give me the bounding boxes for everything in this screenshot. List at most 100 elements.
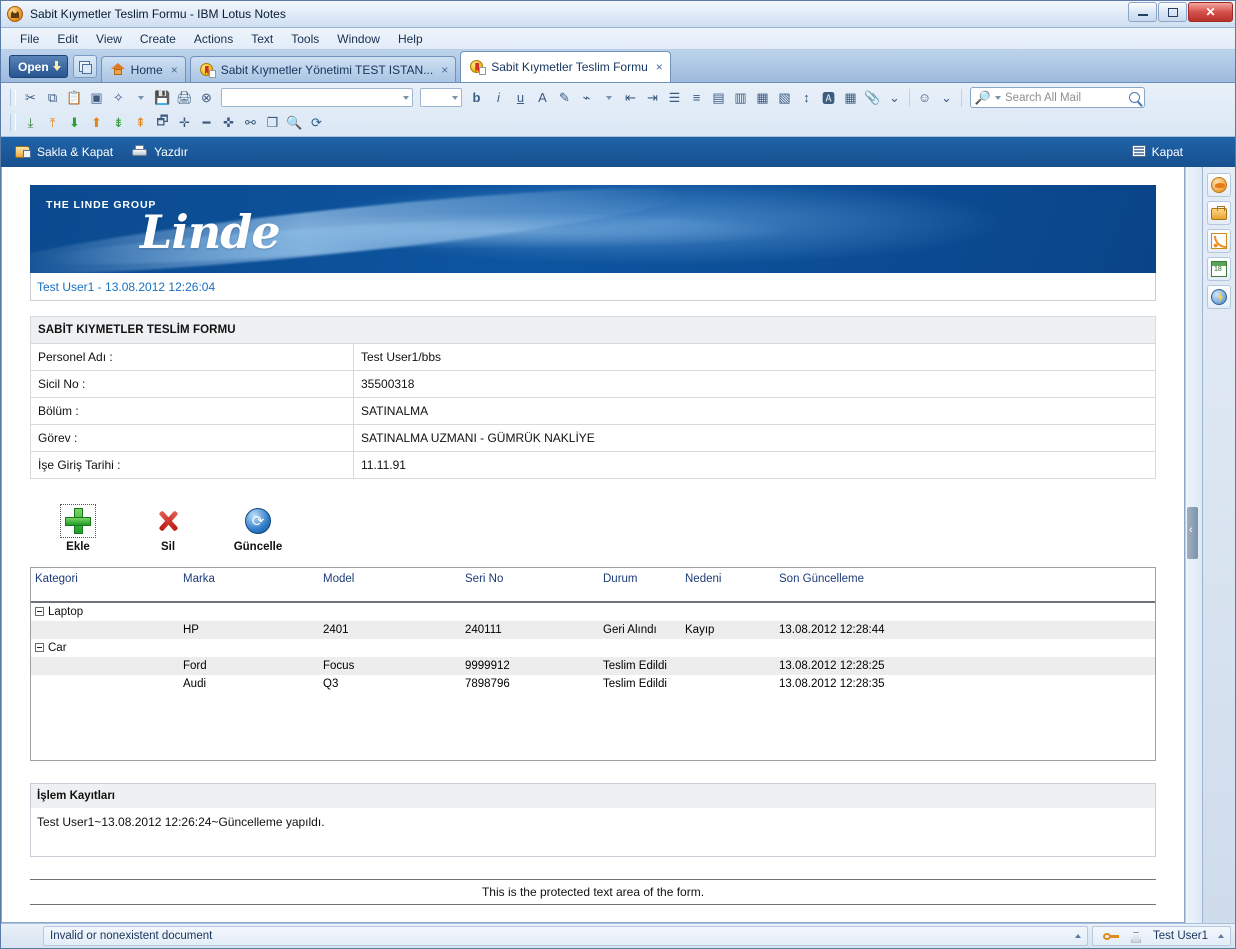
highlight-icon[interactable]: ✎ [554,87,575,108]
paste-icon[interactable]: 📋 [64,87,85,108]
chevron-down-icon-3[interactable] [995,95,1001,100]
menu-view[interactable]: View [87,30,131,48]
tab-sabit-kiymetler-yonetimi-close-icon[interactable]: × [441,63,448,77]
open-window-icon[interactable]: 🗗 [152,112,173,133]
outdent-icon[interactable]: ⇤ [620,87,641,108]
status-user-expand-icon[interactable] [1218,934,1224,938]
table-row[interactable]: Ford Focus 9999912 Teslim Edildi 13.08.2… [31,657,1155,675]
find-icon[interactable]: 🔍 [284,112,305,133]
copy-icon[interactable]: ⧉ [42,87,63,108]
network-icon[interactable] [1129,930,1143,943]
column-header-nedeni[interactable]: Nedeni [681,573,775,585]
remove-icon[interactable]: ━ [196,112,217,133]
font-family-select[interactable] [221,88,413,107]
toolbar-grip[interactable] [10,89,16,106]
refresh-down-icon[interactable]: ⇟ [108,112,129,133]
column-header-son-guncelleme[interactable]: Son Güncelleme [775,573,975,585]
grid-category-row-car[interactable]: Car [31,639,1155,657]
save-icon[interactable]: 💾 [152,87,173,108]
indent-icon[interactable]: ⇥ [642,87,663,108]
tab-sabit-kiymetler-teslim-formu[interactable]: Sabit Kıymetler Teslim Formu × [460,51,671,82]
align-left-icon[interactable]: ▤ [708,87,729,108]
menu-tools[interactable]: Tools [282,30,328,48]
status-user-area[interactable]: Test User1 [1092,926,1231,946]
table-row[interactable]: Audi Q3 7898796 Teslim Edildi 13.08.2012… [31,675,1155,693]
add-icon[interactable]: ✛ [174,112,195,133]
save-and-close-button[interactable]: Sakla & Kapat [15,145,113,159]
line-spacing-icon[interactable]: ↕ [796,87,817,108]
search-input[interactable]: Search All Mail [1005,92,1125,104]
status-expand-icon[interactable] [1075,934,1082,938]
reload-icon[interactable]: ⟳ [306,112,327,133]
menu-actions[interactable]: Actions [185,30,242,48]
tab-home-close-icon[interactable]: × [171,63,178,77]
bullet-list-icon[interactable]: ☰ [664,87,685,108]
menu-edit[interactable]: Edit [48,30,87,48]
insert-icon[interactable]: ✜ [218,112,239,133]
maximize-button[interactable] [1158,2,1187,22]
tab-sabit-kiymetler-teslim-formu-close-icon[interactable]: × [656,60,663,74]
sidebar-item-feeds[interactable] [1207,229,1231,253]
spellcheck-icon[interactable]: 🅰 [818,87,839,108]
menu-help[interactable]: Help [389,30,432,48]
key-icon[interactable] [1103,931,1120,941]
sidebar-item-chat[interactable] [1207,173,1231,197]
splitter-handle[interactable] [1187,507,1198,559]
sidebar-item-activities[interactable] [1207,285,1231,309]
numbered-list-icon[interactable]: ≡ [686,87,707,108]
close-document-button[interactable]: Kapat [1131,137,1183,167]
ekle-button[interactable]: Ekle [48,504,108,553]
underline-icon[interactable]: u [510,87,531,108]
search-box[interactable]: 🔎 Search All Mail [970,87,1145,108]
paste-special-icon[interactable]: ▣ [86,87,107,108]
toolbar-grip-2[interactable] [10,114,16,131]
font-color-icon[interactable]: A [532,87,553,108]
sidebar-item-briefcase[interactable] [1207,201,1231,225]
status-message-area[interactable]: Invalid or nonexistent document [43,926,1089,946]
assets-grid[interactable]: Kategori Marka Model Seri No Durum Neden… [30,567,1156,761]
minimize-button[interactable] [1128,2,1157,22]
refresh-up-icon[interactable]: ⇞ [130,112,151,133]
grid-category-row-laptop[interactable]: Laptop [31,603,1155,621]
import-icon[interactable]: ⤓ [20,112,41,133]
search-scope-icon[interactable]: 🔎 [975,90,991,106]
toolbar-overflow-icon-2[interactable]: ⌄ [936,87,957,108]
chevron-down-icon-2[interactable] [598,87,619,108]
table-row[interactable]: HP 2401 240111 Geri Alındı Kayıp 13.08.2… [31,621,1155,639]
collapse-icon-2[interactable] [35,643,44,653]
print-button[interactable]: Yazdır [131,145,188,159]
align-center-icon[interactable]: ▦ [752,87,773,108]
magnifier-icon[interactable] [1129,92,1140,103]
column-header-kategori[interactable]: Kategori [31,573,179,585]
column-header-model[interactable]: Model [319,573,461,585]
move-up-icon[interactable]: ⬆ [86,112,107,133]
align-right-icon[interactable]: ▧ [774,87,795,108]
print-icon[interactable]: 🖨 [174,87,195,108]
contact-icon[interactable]: ☺ [914,87,935,108]
toolbar-overflow-icon[interactable]: ⌄ [884,87,905,108]
tab-home[interactable]: Home × [100,56,186,82]
text-style-icon[interactable]: ⌁ [576,87,597,108]
sidebar-item-calendar[interactable] [1207,257,1231,281]
bold-icon[interactable]: b [466,87,487,108]
export-icon[interactable]: ⤒ [42,112,63,133]
font-size-select[interactable] [420,88,462,107]
table-icon[interactable]: ▦ [840,87,861,108]
menu-text[interactable]: Text [242,30,282,48]
duplicate-icon[interactable]: ❐ [262,112,283,133]
menu-create[interactable]: Create [131,30,185,48]
attach-icon[interactable]: 📎 [862,87,883,108]
close-button[interactable]: ✕ [1188,2,1233,22]
tab-sabit-kiymetler-yonetimi[interactable]: Sabit Kıymetler Yönetimi TEST ISTAN... × [189,56,457,82]
cancel-icon[interactable]: ⊗ [196,87,217,108]
column-header-durum[interactable]: Durum [599,573,681,585]
document-scrollbar[interactable] [1185,167,1202,923]
collapse-icon[interactable] [35,607,44,617]
sil-button[interactable]: Sil [138,505,198,553]
new-document-icon[interactable]: ✧ [108,87,129,108]
chevron-down-icon[interactable] [130,87,151,108]
move-down-icon[interactable]: ⬇ [64,112,85,133]
window-list-button[interactable] [72,55,97,78]
column-header-seri-no[interactable]: Seri No [461,573,599,585]
cut-icon[interactable]: ✂ [20,87,41,108]
